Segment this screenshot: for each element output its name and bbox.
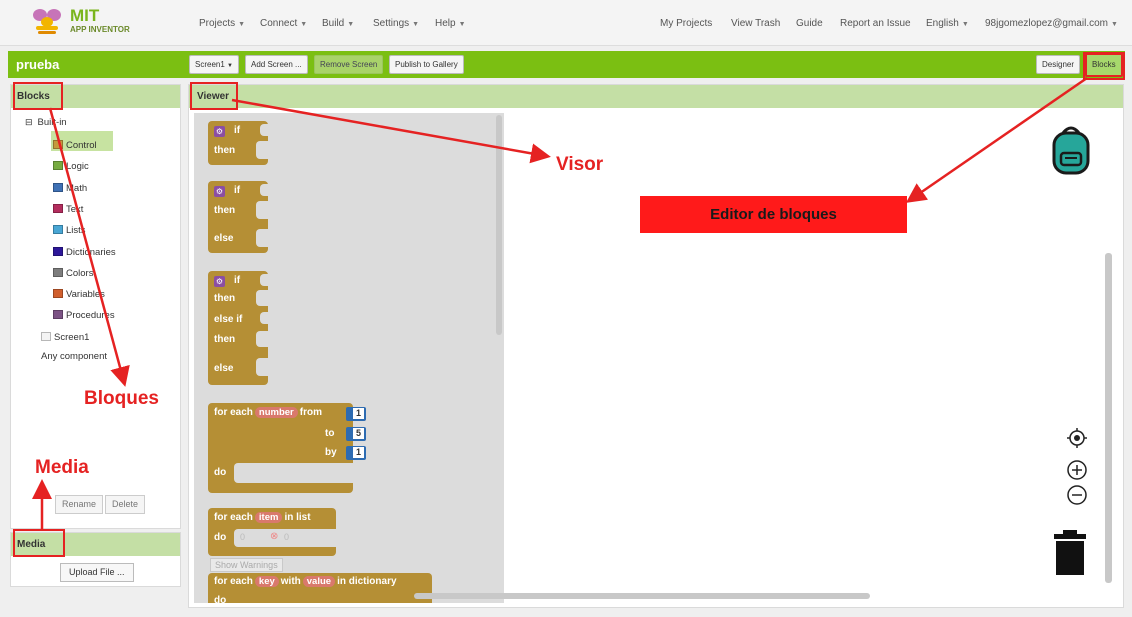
- mutator-gear-icon[interactable]: ⚙: [214, 126, 225, 137]
- annotation-label-editor: Editor de bloques: [640, 196, 907, 233]
- chevron-down-icon: ▼: [961, 21, 969, 28]
- builtin-tree-node[interactable]: ⊟ Built-in: [25, 117, 67, 128]
- delete-button[interactable]: Delete: [105, 495, 146, 514]
- add-screen-button[interactable]: Add Screen ...: [245, 55, 308, 74]
- tree-item-dictionaries[interactable]: Dictionaries: [53, 246, 116, 258]
- tree-item-screen1[interactable]: Screen1: [41, 332, 89, 343]
- tree-item-procedures[interactable]: Procedures: [53, 310, 115, 321]
- zoom-in-icon[interactable]: [1066, 459, 1088, 481]
- menu-help[interactable]: Help ▼: [435, 18, 466, 29]
- blocks-workspace[interactable]: [414, 113, 1118, 603]
- chevron-down-icon: ▼: [458, 21, 466, 28]
- blocks-flyout[interactable]: ⚙ if then ⚙ if then else ⚙ if then else …: [194, 113, 504, 603]
- locate-icon[interactable]: [1066, 427, 1088, 449]
- annotation-label-visor: Visor: [556, 154, 604, 175]
- trash-icon[interactable]: [1052, 529, 1088, 577]
- collapse-icon: ⊟: [25, 117, 33, 127]
- upload-file-button[interactable]: Upload File ...: [60, 563, 134, 582]
- tree-item-colors[interactable]: Colors: [53, 267, 93, 279]
- variables-color-swatch: [53, 289, 63, 299]
- workspace-hscrollbar[interactable]: [414, 593, 870, 599]
- tree-item-any-component[interactable]: Any component: [41, 351, 107, 362]
- screen-select[interactable]: Screen1 ▼: [189, 55, 239, 74]
- text-color-swatch: [53, 203, 63, 213]
- logo-subtitle: APP INVENTOR: [70, 25, 130, 34]
- top-nav: MIT APP INVENTOR Projects ▼ Connect ▼ Buil…: [0, 0, 1132, 46]
- link-report-issue[interactable]: Report an Issue: [840, 18, 911, 29]
- procedures-color-swatch: [53, 310, 63, 320]
- var-number[interactable]: number: [254, 407, 298, 418]
- tree-item-variables[interactable]: Variables: [53, 289, 105, 300]
- block-if-then-else[interactable]: ⚙ if then else: [208, 181, 270, 253]
- blocks-button[interactable]: Blocks: [1085, 53, 1123, 77]
- lists-color-swatch: [53, 225, 63, 235]
- error-icon: ⊗: [270, 531, 279, 542]
- number-block-to[interactable]: 5: [346, 427, 366, 441]
- viewer-header: Viewer: [189, 85, 1123, 108]
- logic-color-swatch: [53, 161, 63, 171]
- tree-item-lists[interactable]: Lists: [53, 225, 86, 236]
- link-my-projects[interactable]: My Projects: [660, 18, 712, 29]
- annotation-label-bloques: Bloques: [84, 388, 159, 409]
- logo-bee-icon: [33, 9, 61, 34]
- block-for-each-item[interactable]: for each item in list do 0 ⊗ 0: [208, 508, 338, 556]
- app-logo[interactable]: MIT APP INVENTOR: [30, 6, 140, 40]
- rename-button[interactable]: Rename: [55, 495, 104, 514]
- math-color-swatch: [53, 182, 63, 192]
- number-block-from[interactable]: 1: [346, 407, 366, 421]
- number-block-by[interactable]: 1: [346, 446, 366, 460]
- link-view-trash[interactable]: View Trash: [731, 18, 780, 29]
- publish-gallery-button[interactable]: Publish to Gallery: [389, 55, 464, 74]
- chevron-down-icon: ▼: [412, 21, 420, 28]
- chevron-down-icon: ▼: [227, 63, 233, 69]
- annotation-label-media: Media: [35, 457, 89, 478]
- var-item[interactable]: item: [254, 512, 283, 523]
- colors-color-swatch: [53, 267, 63, 277]
- var-key[interactable]: key: [254, 576, 279, 587]
- var-value[interactable]: value: [302, 576, 336, 587]
- zoom-out-icon[interactable]: [1066, 484, 1088, 506]
- block-if-then[interactable]: ⚙ if then: [208, 121, 270, 165]
- tree-item-logic[interactable]: Logic: [53, 161, 89, 172]
- viewer-panel: Viewer ⚙ if then ⚙ if then else ⚙ if the…: [188, 84, 1124, 608]
- block-for-each-dict[interactable]: for each key with value in dictionary do: [208, 573, 432, 603]
- project-toolbar: prueba Screen1 ▼ Add Screen ... Remove S…: [8, 51, 1125, 78]
- show-warnings-button[interactable]: Show Warnings: [210, 558, 283, 572]
- block-for-range[interactable]: for each number from to by do 1 5 1: [208, 403, 366, 493]
- errors-count: 0: [284, 532, 290, 542]
- menu-projects[interactable]: Projects ▼: [199, 18, 245, 29]
- control-color-swatch: [53, 140, 63, 149]
- backpack-icon[interactable]: [1049, 123, 1093, 175]
- flyout-scrollbar[interactable]: [496, 115, 502, 335]
- language-menu[interactable]: English ▼: [926, 18, 969, 29]
- logo-text: MIT: [70, 6, 100, 25]
- chevron-down-icon: ▼: [347, 21, 355, 28]
- mutator-gear-icon[interactable]: ⚙: [214, 186, 225, 197]
- warnings-count: 0: [240, 532, 246, 542]
- account-menu[interactable]: 98jgomezlopez@gmail.com ▼: [985, 18, 1118, 29]
- designer-button[interactable]: Designer: [1036, 55, 1081, 74]
- chevron-down-icon: ▼: [238, 21, 246, 28]
- link-guide[interactable]: Guide: [796, 18, 823, 29]
- dictionaries-color-swatch: [53, 246, 63, 256]
- media-panel: Media Upload File ...: [10, 532, 181, 587]
- block-if-elseif-else[interactable]: ⚙ if then else if then else: [208, 271, 270, 385]
- tree-item-text[interactable]: Text: [53, 203, 83, 215]
- menu-build[interactable]: Build ▼: [322, 18, 354, 29]
- project-name: prueba: [16, 57, 60, 72]
- remove-screen-button[interactable]: Remove Screen: [314, 55, 384, 74]
- tree-item-control[interactable]: Control: [53, 140, 97, 151]
- chevron-down-icon: ▼: [300, 21, 308, 28]
- chevron-down-icon: ▼: [1110, 21, 1118, 28]
- menu-connect[interactable]: Connect ▼: [260, 18, 307, 29]
- menu-settings[interactable]: Settings ▼: [373, 18, 419, 29]
- workspace-vscrollbar[interactable]: [1105, 253, 1112, 583]
- blocks-panel-header: Blocks: [11, 85, 180, 108]
- screen-icon: [41, 332, 51, 341]
- mutator-gear-icon[interactable]: ⚙: [214, 276, 225, 287]
- media-panel-header: Media: [11, 533, 180, 556]
- tree-item-math[interactable]: Math: [53, 182, 87, 194]
